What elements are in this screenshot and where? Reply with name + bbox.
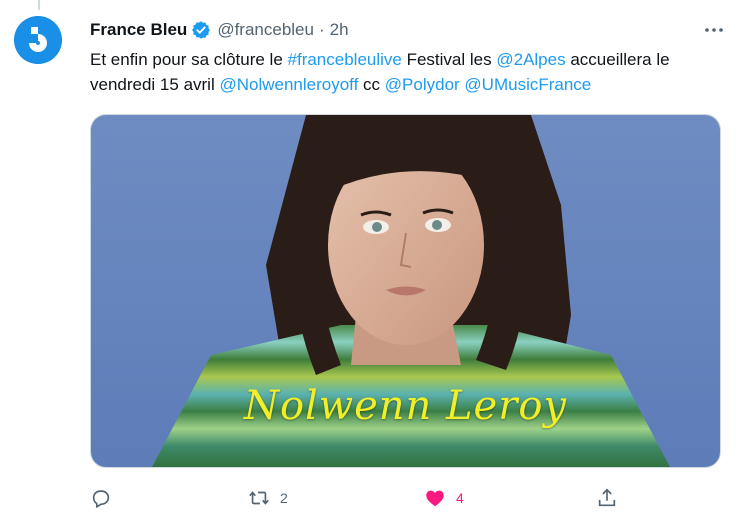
tweet-text: Et enfin pour sa clôture le #francebleul…: [90, 47, 720, 97]
france-bleu-logo-icon: [14, 16, 62, 64]
share-button[interactable]: [596, 484, 628, 512]
mention-link[interactable]: @2Alpes: [496, 50, 565, 69]
mention-link[interactable]: @Polydor: [385, 75, 460, 94]
heart-icon: [426, 490, 444, 507]
more-options-icon[interactable]: [702, 20, 726, 40]
tweet-text-plain: Festival les: [401, 50, 497, 69]
thread-connector-line: [38, 0, 40, 10]
author-name[interactable]: France Bleu: [90, 20, 187, 40]
media-caption: Nolwenn Leroy: [243, 383, 568, 429]
tweet-header: France Bleu @francebleu · 2h: [90, 18, 349, 42]
mention-link[interactable]: @UMusicFrance: [464, 75, 591, 94]
retweet-button[interactable]: 2: [248, 484, 288, 512]
tweet-media-image[interactable]: Nolwenn Leroy: [90, 114, 721, 468]
header-separator: ·: [318, 20, 325, 39]
reply-button[interactable]: [90, 484, 122, 512]
tweet-timestamp[interactable]: 2h: [330, 20, 349, 40]
mention-link[interactable]: @Nolwennleroyoff: [219, 75, 358, 94]
retweet-icon: [249, 491, 269, 505]
like-button[interactable]: 4: [424, 484, 464, 512]
retweet-count: 2: [280, 490, 288, 506]
author-handle[interactable]: @francebleu: [217, 20, 314, 40]
share-icon: [598, 488, 616, 507]
reply-icon: [92, 490, 110, 508]
tweet-text-plain: cc: [358, 75, 385, 94]
verified-badge-icon: [191, 20, 211, 40]
tweet-text-plain: Et enfin pour sa clôture le: [90, 50, 288, 69]
avatar[interactable]: [14, 16, 62, 64]
like-count: 4: [456, 490, 464, 506]
hashtag-link[interactable]: #francebleulive: [288, 50, 402, 69]
tweet-actions: 2 4: [90, 484, 720, 512]
